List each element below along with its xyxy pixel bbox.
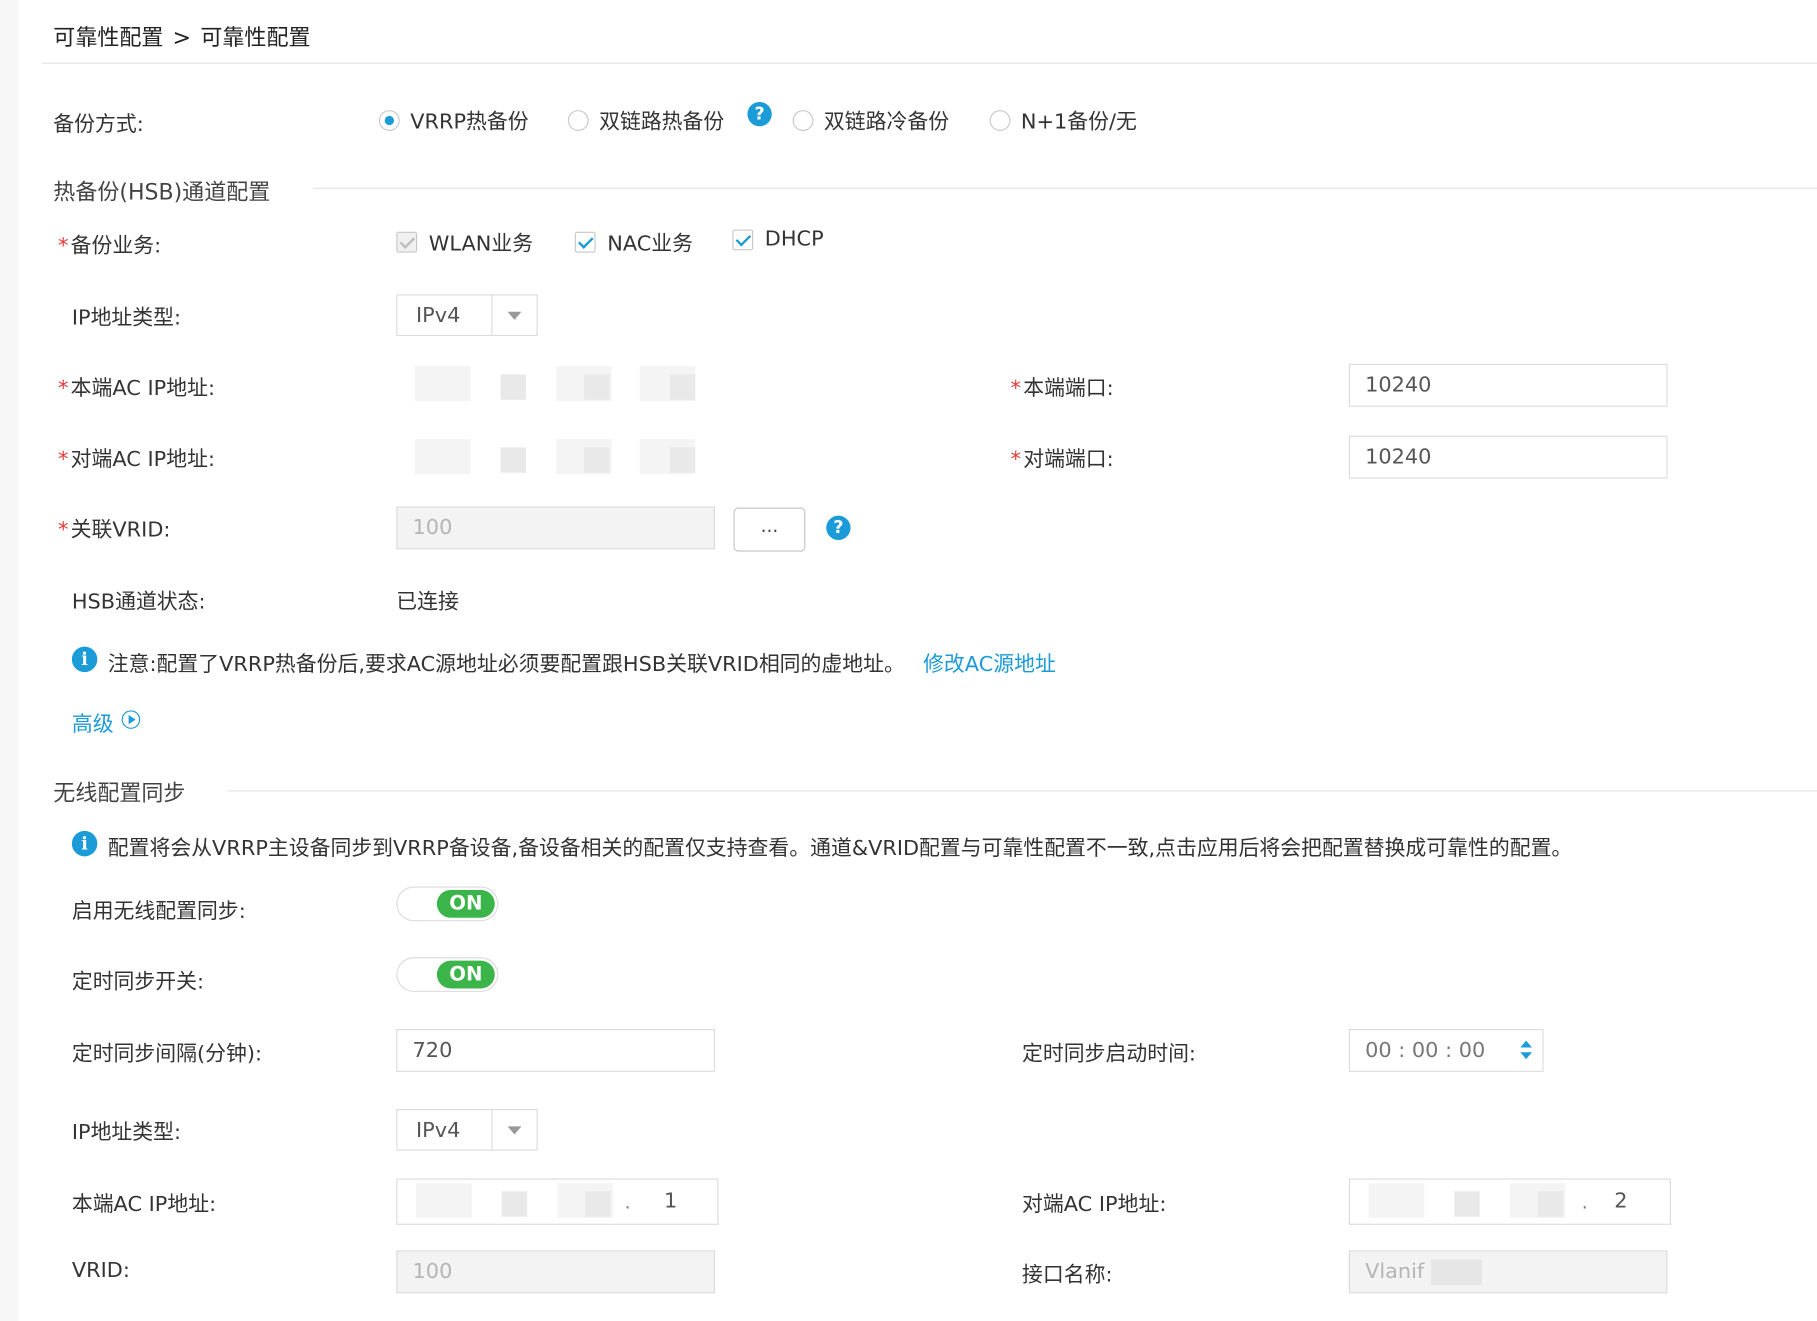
- section-divider: [227, 790, 1817, 792]
- required-mark: *: [57, 447, 69, 472]
- timer-sync-toggle[interactable]: ON: [396, 957, 499, 992]
- redacted-block: [1430, 1259, 1482, 1286]
- arrow-right-circle-icon[interactable]: [121, 710, 141, 729]
- ip-last-octet: 2: [1614, 1188, 1628, 1214]
- radio-label: N+1备份/无: [1020, 110, 1137, 135]
- select-divider: [491, 1110, 493, 1150]
- section-divider: [312, 187, 1817, 189]
- hsb-local-port-label: * 本端端口:: [1010, 376, 1114, 401]
- hsb-ip-type-select[interactable]: IPv4: [396, 294, 538, 337]
- enable-sync-toggle[interactable]: ON: [396, 886, 499, 922]
- page-root: 可靠性配置 > 可靠性配置 备份方式: VRRP热备份 双链路热备份 ? 双链路冷备…: [0, 0, 1817, 1321]
- left-rail: [0, 0, 19, 1321]
- hsb-peer-port-input[interactable]: 10240: [1348, 435, 1668, 479]
- radio-label: VRRP热备份: [410, 110, 529, 135]
- sync-interval-input[interactable]: 720: [396, 1029, 715, 1072]
- checkbox-label: DHCP: [764, 227, 824, 252]
- sync-start-time-input[interactable]: 00 : 00 : 00: [1348, 1029, 1544, 1072]
- sync-interval-label: 定时同步间隔(分钟):: [71, 1041, 263, 1067]
- info-icon: i: [71, 830, 98, 857]
- help-icon[interactable]: ?: [747, 101, 772, 127]
- radio-label: 双链路热备份: [599, 110, 725, 135]
- breadcrumb: 可靠性配置 > 可靠性配置: [53, 21, 310, 52]
- interface-name-input: Vlanif: [1348, 1250, 1668, 1294]
- select-divider: [491, 295, 493, 335]
- enable-sync-label: 启用无线配置同步:: [71, 899, 246, 924]
- radio-icon[interactable]: [378, 110, 400, 131]
- sync-peer-ip-label: 对端AC IP地址:: [1022, 1192, 1167, 1217]
- hsb-section-title: 热备份(HSB)通道配置: [53, 174, 296, 207]
- dropdown-arrow-icon[interactable]: [507, 311, 522, 320]
- required-mark: *: [57, 517, 69, 543]
- help-icon[interactable]: ?: [826, 515, 851, 541]
- hsb-status-value: 已连接: [396, 589, 459, 615]
- required-mark: *: [1010, 376, 1021, 401]
- hsb-local-ip-input[interactable]: [396, 362, 719, 410]
- radio-label: 双链路冷备份: [823, 110, 950, 135]
- interface-name-value: Vlanif: [1365, 1259, 1425, 1284]
- required-mark: *: [1010, 447, 1021, 472]
- toggle-state: ON: [436, 960, 495, 989]
- modify-ac-source-link[interactable]: 修改AC源地址: [923, 652, 1056, 676]
- sync-peer-ip-input[interactable]: . 2: [1348, 1178, 1671, 1225]
- breadcrumb-parent[interactable]: 可靠性配置: [53, 25, 163, 50]
- checkbox-nac-service[interactable]: NAC业务: [574, 227, 693, 257]
- radio-n-plus-1-backup[interactable]: N+1备份/无: [989, 105, 1137, 135]
- wireless-sync-section-title: 无线配置同步: [53, 776, 211, 808]
- radio-icon[interactable]: [792, 110, 814, 131]
- checkbox-icon[interactable]: [574, 231, 596, 253]
- sync-start-time-label: 定时同步启动时间:: [1022, 1041, 1196, 1067]
- info-icon: i: [71, 646, 98, 673]
- select-value: IPv4: [416, 1118, 461, 1143]
- hsb-peer-ip-input[interactable]: [396, 435, 719, 483]
- select-value: IPv4: [416, 303, 461, 328]
- backup-service-label: * 备份业务:: [57, 234, 162, 259]
- checkbox-wlan-service: WLAN业务: [396, 227, 533, 257]
- hsb-peer-ip-label: * 对端AC IP地址:: [57, 447, 215, 472]
- hsb-vrid-label: * 关联VRID:: [57, 517, 171, 543]
- radio-vrrp-hot-backup[interactable]: VRRP热备份: [378, 105, 529, 135]
- sync-ip-type-select[interactable]: IPv4: [396, 1108, 538, 1151]
- breadcrumb-separator: >: [172, 25, 192, 51]
- backup-mode-label: 备份方式:: [53, 112, 144, 137]
- toggle-state: ON: [436, 889, 495, 918]
- sync-local-ip-input[interactable]: . 1: [396, 1178, 719, 1225]
- hsb-status-label: HSB通道状态:: [71, 589, 206, 615]
- radio-dual-link-cold-backup[interactable]: 双链路冷备份: [792, 105, 950, 135]
- hsb-note-text: 注意:配置了VRRP热备份后,要求AC源地址必须要配置跟HSB关联VRID相同的…: [107, 652, 905, 677]
- checkbox-icon: [396, 231, 418, 253]
- required-mark: *: [57, 376, 69, 401]
- dropdown-arrow-icon[interactable]: [507, 1126, 522, 1135]
- hsb-vrid-input: 100: [396, 506, 715, 550]
- sync-ip-type-label: IP地址类型:: [71, 1120, 182, 1145]
- hsb-ip-type-label: IP地址类型:: [71, 305, 182, 331]
- sync-vrid-label: VRID:: [71, 1258, 130, 1283]
- checkbox-label: WLAN业务: [428, 231, 534, 257]
- radio-icon[interactable]: [989, 110, 1011, 131]
- required-mark: *: [57, 234, 69, 259]
- hsb-local-port-input[interactable]: 10240: [1348, 363, 1668, 407]
- hsb-local-ip-label: * 本端AC IP地址:: [57, 376, 215, 401]
- radio-icon[interactable]: [567, 110, 589, 131]
- checkbox-label: NAC业务: [607, 231, 693, 257]
- wireless-sync-note: 配置将会从VRRP主设备同步到VRRP备设备,备设备相关的配置仅支持查看。通道&…: [107, 836, 1573, 861]
- radio-dual-link-hot-backup[interactable]: 双链路热备份: [567, 105, 725, 135]
- checkbox-icon[interactable]: [732, 228, 754, 250]
- header-divider: [41, 62, 1817, 64]
- sync-vrid-input: 100: [396, 1250, 715, 1294]
- advanced-toggle[interactable]: 高级: [72, 708, 114, 738]
- select-vrid-button[interactable]: ...: [733, 507, 806, 552]
- time-value: 00 : 00 : 00: [1365, 1038, 1486, 1063]
- timer-sync-label: 定时同步开关:: [71, 969, 205, 995]
- ip-last-octet: 1: [663, 1188, 678, 1214]
- checkbox-dhcp[interactable]: DHCP: [732, 227, 824, 252]
- hsb-note: 注意:配置了VRRP热备份后,要求AC源地址必须要配置跟HSB关联VRID相同的…: [108, 648, 1056, 678]
- sync-local-ip-label: 本端AC IP地址:: [71, 1192, 217, 1217]
- spinner-icon[interactable]: [1520, 1040, 1532, 1062]
- breadcrumb-current: 可靠性配置: [200, 25, 311, 51]
- interface-name-label: 接口名称:: [1022, 1263, 1113, 1288]
- hsb-peer-port-label: * 对端端口:: [1010, 447, 1114, 472]
